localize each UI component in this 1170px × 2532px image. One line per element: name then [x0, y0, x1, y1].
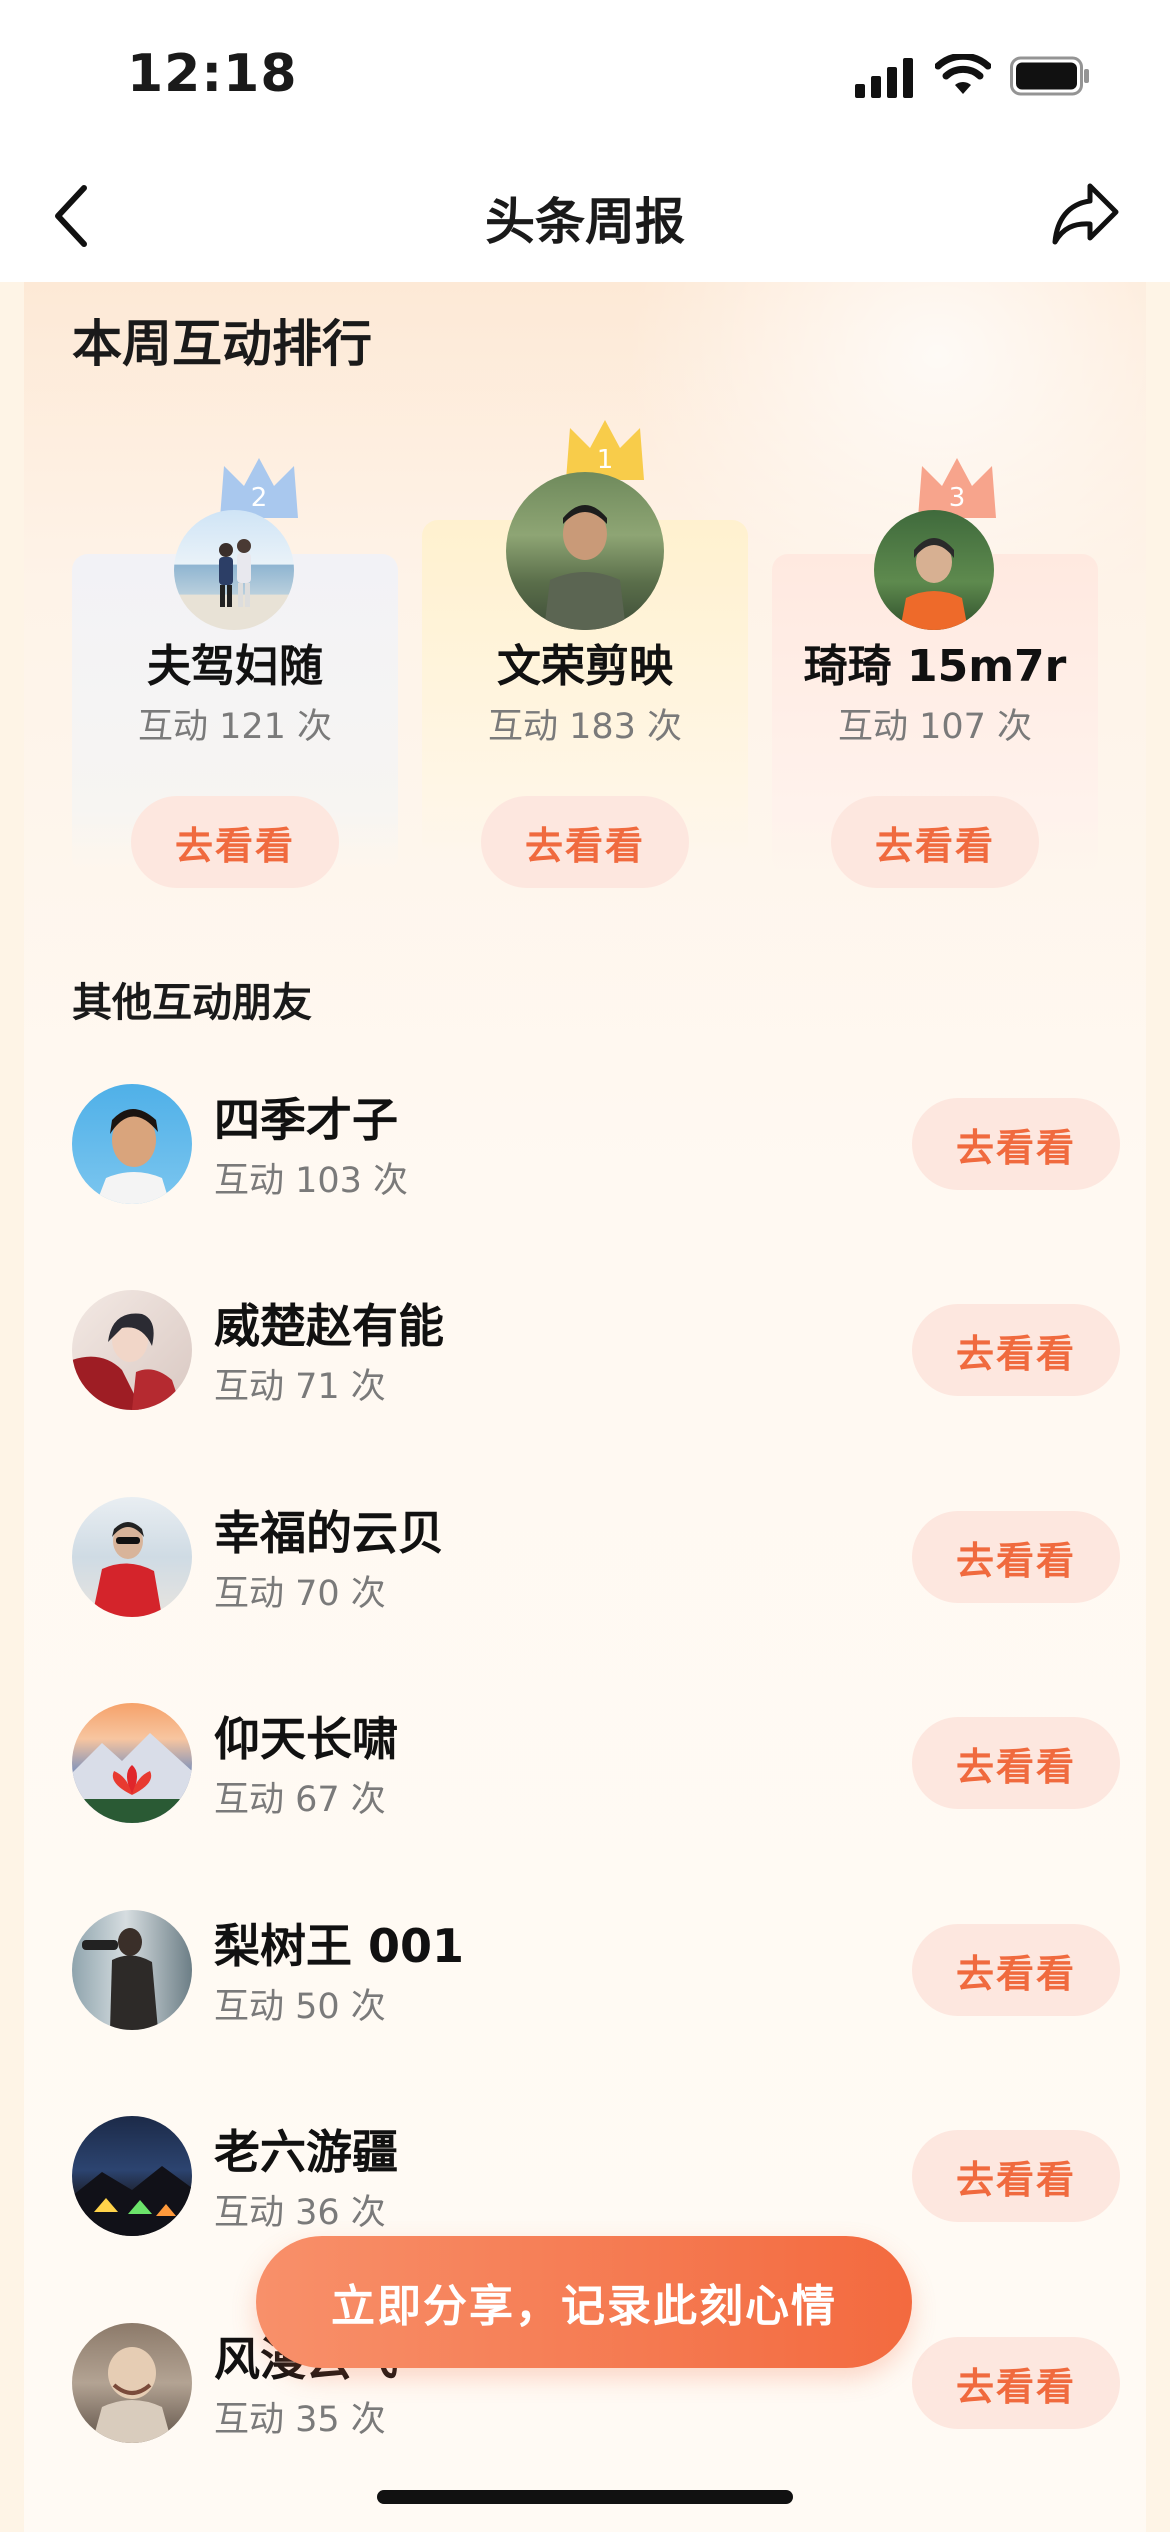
svg-text:2: 2 [251, 483, 268, 513]
weekly-report-card: 本周互动排行 2 夫驾妇随 互动 121 次 去看看 1 文荣剪映 互动 183… [24, 282, 1146, 2532]
avatar-image [72, 1733, 192, 1823]
avatar[interactable] [72, 1290, 192, 1410]
list-item: 四季才子 互动 103 次 去看看 [72, 1084, 1122, 1254]
avatar-image [900, 538, 968, 630]
view-button[interactable]: 去看看 [912, 1304, 1120, 1396]
avatar[interactable] [72, 1703, 192, 1823]
friend-name: 威楚赵有能 [214, 1299, 444, 1353]
friend-count: 互动 36 次 [214, 2193, 386, 2233]
svg-text:1: 1 [597, 445, 614, 475]
top-user-name: 琦琦 15m7r [803, 641, 1067, 692]
friend-count: 互动 35 次 [214, 2400, 386, 2440]
battery-icon [1010, 56, 1089, 96]
list-item: 仰天长啸 互动 67 次 去看看 [72, 1703, 1122, 1873]
avatar[interactable] [874, 510, 994, 630]
share-arrow-icon[interactable] [1050, 176, 1120, 252]
friend-name: 梨树王 001 [214, 1919, 465, 1973]
friend-name: 四季才子 [214, 1093, 398, 1147]
avatar-image [92, 2347, 172, 2443]
view-button[interactable]: 去看看 [131, 796, 339, 888]
avatar-image [72, 2166, 192, 2236]
view-button[interactable]: 去看看 [912, 1717, 1120, 1809]
svg-text:3: 3 [949, 483, 966, 513]
friend-name: 幸福的云贝 [214, 1506, 444, 1560]
friend-name: 仰天长啸 [214, 1712, 398, 1766]
list-item: 梨树王 001 互动 50 次 去看看 [72, 1910, 1122, 2080]
home-indicator [377, 2490, 793, 2504]
share-cta-button[interactable]: 立即分享，记录此刻心情 [256, 2236, 912, 2368]
cellular-signal-icon [855, 58, 913, 98]
list-item: 威楚赵有能 互动 71 次 去看看 [72, 1290, 1122, 1460]
avatar[interactable] [506, 472, 664, 630]
avatar-image [219, 539, 251, 607]
navigation-bar: 头条周报 [0, 150, 1170, 282]
others-title: 其他互动朋友 [72, 980, 312, 1026]
avatar-image [96, 1109, 170, 1204]
top-user-count: 互动 183 次 [487, 707, 683, 747]
friend-count: 互动 70 次 [214, 1574, 386, 1614]
status-time: 12:18 [127, 44, 298, 104]
view-button[interactable]: 去看看 [912, 1924, 1120, 2016]
top-user-count: 互动 107 次 [837, 707, 1033, 747]
view-button[interactable]: 去看看 [912, 1511, 1120, 1603]
wifi-icon [935, 54, 991, 94]
avatar[interactable] [72, 1910, 192, 2030]
status-bar: 12:18 [0, 0, 1170, 150]
avatar[interactable] [72, 2116, 192, 2236]
avatar-image [544, 505, 626, 630]
view-button[interactable]: 去看看 [912, 2337, 1120, 2429]
friend-count: 互动 67 次 [214, 1780, 386, 1820]
top-user-name: 夫驾妇随 [147, 641, 323, 692]
avatar[interactable] [174, 510, 294, 630]
avatar[interactable] [72, 1497, 192, 1617]
avatar[interactable] [72, 1084, 192, 1204]
top-user-name: 文荣剪映 [497, 641, 673, 692]
avatar-image [92, 1522, 162, 1617]
avatar-image [72, 1313, 182, 1410]
view-button[interactable]: 去看看 [831, 796, 1039, 888]
friend-count: 互动 71 次 [214, 1367, 386, 1407]
friend-count: 互动 103 次 [214, 1161, 409, 1201]
view-button[interactable]: 去看看 [481, 796, 689, 888]
avatar[interactable] [72, 2323, 192, 2443]
view-button[interactable]: 去看看 [912, 1098, 1120, 1190]
list-item: 幸福的云贝 互动 70 次 去看看 [72, 1497, 1122, 1667]
friend-name: 老六游疆 [214, 2125, 398, 2179]
ranking-title: 本周互动排行 [72, 315, 372, 373]
page-title: 头条周报 [485, 193, 685, 251]
view-button[interactable]: 去看看 [912, 2130, 1120, 2222]
friend-count: 互动 50 次 [214, 1987, 386, 2027]
avatar-image [82, 1928, 158, 2030]
top-user-count: 互动 121 次 [137, 707, 333, 747]
